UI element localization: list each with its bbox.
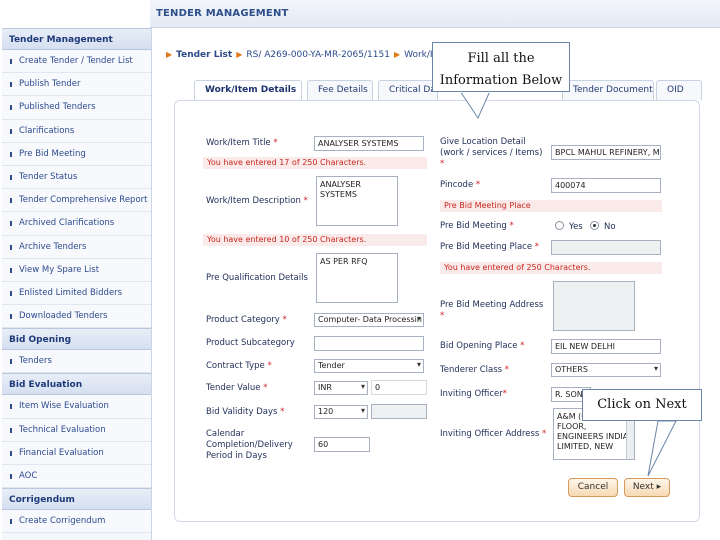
sidebar-item[interactable]: Clarifications	[2, 119, 151, 143]
pincode-input[interactable]: 400074	[551, 178, 661, 193]
breadcrumb-tender-ref[interactable]: RS/ A269-000-YA-MR-2065/1151	[246, 50, 390, 60]
breadcrumb-arrow-icon: ▶	[393, 50, 401, 59]
sidebar-item[interactable]: View My Spare List	[2, 258, 151, 282]
contract-type-select[interactable]: Tender	[314, 359, 424, 373]
prebid-place-char-count: You have entered of 250 Characters.	[440, 262, 662, 274]
sidebar-item[interactable]: Archive Tenders	[2, 235, 151, 259]
sidebar-item[interactable]: Tender Comprehensive Report	[2, 189, 151, 213]
tender-value-currency-select[interactable]: INR	[314, 381, 368, 395]
pincode-label: Pincode *	[440, 180, 481, 190]
location-detail-label: Give Location Detail (work / services / …	[440, 137, 543, 169]
bid-validity-select[interactable]: 120	[314, 405, 368, 419]
bid-opening-place-label: Bid Opening Place *	[440, 341, 525, 351]
prebid-yes-label: Yes	[569, 222, 583, 232]
next-button-label: Next	[632, 482, 654, 492]
prebid-address-textarea	[553, 281, 635, 331]
location-detail-input[interactable]: BPCL MAHUL REFINERY, MUM	[551, 145, 661, 160]
inviting-officer-address-label: Inviting Officer Address *	[440, 429, 547, 439]
sidebar-item[interactable]: Publish Tender	[2, 73, 151, 97]
calendar-period-input[interactable]: 60	[314, 437, 370, 452]
product-category-label: Product Category *	[206, 315, 287, 325]
tab-fee-details[interactable]: Fee Details	[307, 80, 373, 100]
tab-work-item-details[interactable]: Work/Item Details	[194, 80, 302, 101]
sidebar-section-title[interactable]: Tender Management	[2, 28, 151, 50]
sidebar-item[interactable]: Downloaded Tenders	[2, 305, 151, 329]
page-title: TENDER MANAGEMENT	[156, 8, 289, 19]
sidebar: Tender Management Create Tender / Tender …	[2, 28, 152, 540]
sidebar-section-title[interactable]: Bid Evaluation	[2, 373, 151, 396]
sidebar-item[interactable]: AOC	[2, 465, 151, 489]
sidebar-section-title[interactable]: Bid Opening	[2, 328, 151, 351]
sidebar-item[interactable]: Item Wise Evaluation	[2, 395, 151, 419]
sidebar-item[interactable]: Create Corrigendum	[2, 510, 151, 534]
work-description-char-count: You have entered 10 of 250 Characters.	[203, 234, 427, 246]
tab-critical-dates[interactable]: Critical Dates	[378, 80, 438, 100]
sidebar-item[interactable]: Tender Status	[2, 165, 151, 190]
bid-validity-label: Bid Validity Days *	[206, 407, 285, 417]
breadcrumb-tender-list[interactable]: Tender List	[176, 50, 232, 60]
bid-validity-extra-input	[371, 404, 427, 419]
prebid-section-title: Pre Bid Meeting Place	[440, 200, 662, 212]
tenderer-class-label: Tenderer Class *	[440, 365, 510, 375]
prebid-place-input	[551, 240, 661, 255]
tender-value-label: Tender Value *	[206, 383, 268, 393]
prebid-no-label: No	[604, 222, 616, 232]
prebid-place-label: Pre Bid Meeting Place *	[440, 242, 540, 252]
sidebar-item[interactable]: Pre Bid Meeting	[2, 142, 151, 166]
sidebar-item[interactable]: Published Tenders	[2, 96, 151, 120]
product-subcategory-label: Product Subcategory	[206, 338, 295, 348]
inviting-officer-label: Inviting Officer*	[440, 389, 508, 399]
work-description-label: Work/Item Description *	[206, 196, 308, 206]
sidebar-item[interactable]: Tenders	[2, 350, 151, 374]
product-subcategory-input[interactable]	[314, 336, 424, 351]
work-description-textarea[interactable]: ANALYSER SYSTEMS	[316, 176, 398, 226]
tab-oid[interactable]: OID	[656, 80, 702, 100]
work-title-label: Work/Item Title *	[206, 138, 278, 148]
work-description-text: ANALYSER SYSTEMS	[320, 180, 361, 199]
calendar-period-label: Calendar Completion/Delivery Period in D…	[206, 429, 293, 461]
sidebar-item[interactable]: Enlisted Limited Bidders	[2, 281, 151, 306]
prequalification-textarea[interactable]: AS PER RFQ	[316, 253, 398, 303]
work-title-char-count: You have entered 17 of 250 Characters.	[203, 157, 427, 169]
breadcrumb-arrow-icon: ▶	[166, 50, 173, 59]
sidebar-item[interactable]: Archived Clarifications	[2, 212, 151, 236]
prebid-meeting-label: Pre Bid Meeting *	[440, 221, 514, 231]
click-next-callout: Click on Next	[582, 389, 702, 421]
product-category-select[interactable]: Computer- Data Processin	[314, 313, 424, 327]
prebid-address-label: Pre Bid Meeting Address *	[440, 300, 544, 321]
fill-info-line1: Fill all the	[467, 51, 535, 66]
prebid-no-radio[interactable]	[590, 221, 599, 230]
cancel-button[interactable]: Cancel	[568, 478, 618, 497]
fill-info-callout: Fill all the Information Below	[432, 42, 570, 92]
breadcrumb: ▶ Tender List ▶ RS/ A269-000-YA-MR-2065/115…	[162, 50, 442, 60]
fill-info-line2: Information Below	[439, 73, 563, 88]
top-header: TENDER MANAGEMENT	[150, 0, 720, 28]
bid-opening-place-input[interactable]: EIL NEW DELHI	[551, 339, 661, 354]
tab-tender-documents[interactable]: Tender Documents	[562, 80, 654, 100]
sidebar-section-title[interactable]: Corrigendum	[2, 488, 151, 511]
prebid-yes-radio[interactable]	[555, 221, 564, 230]
contract-type-label: Contract Type *	[206, 361, 272, 371]
next-button[interactable]: Next ▸	[624, 478, 670, 497]
breadcrumb-arrow-icon: ▶	[236, 50, 243, 59]
sidebar-item[interactable]: Create Tender / Tender List	[2, 50, 151, 74]
prequalification-text: AS PER RFQ	[320, 257, 368, 266]
tenderer-class-select[interactable]: OTHERS	[551, 363, 661, 377]
prequalification-label: Pre Qualification Details	[206, 273, 308, 283]
next-arrow-icon: ▸	[656, 482, 662, 492]
sidebar-item[interactable]: Financial Evaluation	[2, 441, 151, 465]
sidebar-item[interactable]: Technical Evaluation	[2, 418, 151, 442]
work-title-input[interactable]: ANALYSER SYSTEMS	[314, 136, 424, 151]
tender-value-amount-input[interactable]: 0	[371, 380, 427, 395]
